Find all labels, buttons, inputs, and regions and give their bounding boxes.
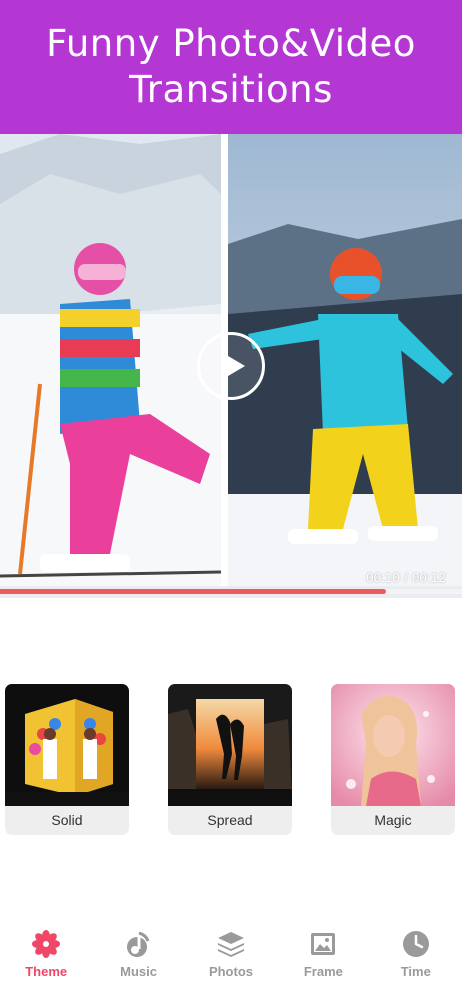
bottom-tab-bar: Theme Music Photos Frame Time xyxy=(0,928,462,1000)
tab-label-time: Time xyxy=(400,964,431,979)
theme-card-solid[interactable]: Solid xyxy=(5,684,129,835)
tab-theme[interactable]: Theme xyxy=(6,928,86,979)
tab-label-frame: Frame xyxy=(303,964,343,979)
theme-label-spread: Spread xyxy=(207,812,253,828)
progress-bar[interactable] xyxy=(0,589,462,594)
title-banner: Funny Photo&Video Transitions xyxy=(0,0,462,134)
layers-icon xyxy=(215,928,247,960)
tab-photos[interactable]: Photos xyxy=(191,928,271,979)
clock-icon xyxy=(400,928,432,960)
play-icon xyxy=(223,353,245,379)
tab-label-photos: Photos xyxy=(208,964,253,979)
theme-thumbnail-spread xyxy=(168,684,292,806)
theme-label-magic: Magic xyxy=(374,812,412,828)
theme-card-magic[interactable]: Magic xyxy=(331,684,455,835)
theme-label-solid: Solid xyxy=(51,812,83,828)
theme-thumbnail-solid xyxy=(5,684,129,806)
tab-label-theme: Theme xyxy=(25,964,68,979)
tab-frame[interactable]: Frame xyxy=(283,928,363,979)
tab-label-music: Music xyxy=(120,964,157,979)
banner-title-line-2: Transitions xyxy=(129,68,333,111)
video-preview[interactable]: 00:10 / 00:12 xyxy=(0,134,462,598)
tab-time[interactable]: Time xyxy=(376,928,456,979)
image-frame-icon xyxy=(307,928,339,960)
theme-thumbnail-magic xyxy=(331,684,455,806)
banner-title-line-1: Funny Photo&Video xyxy=(46,22,416,65)
play-button[interactable] xyxy=(197,332,265,400)
flower-icon xyxy=(30,928,62,960)
preview-photo-left xyxy=(0,134,221,586)
tab-music[interactable]: Music xyxy=(99,928,179,979)
theme-list: Solid Spread Magic xyxy=(0,684,462,836)
music-note-icon xyxy=(123,928,155,960)
playback-time: 00:10 / 00:12 xyxy=(366,570,446,585)
progress-bar-fill xyxy=(0,589,386,594)
theme-card-spread[interactable]: Spread xyxy=(168,684,292,835)
